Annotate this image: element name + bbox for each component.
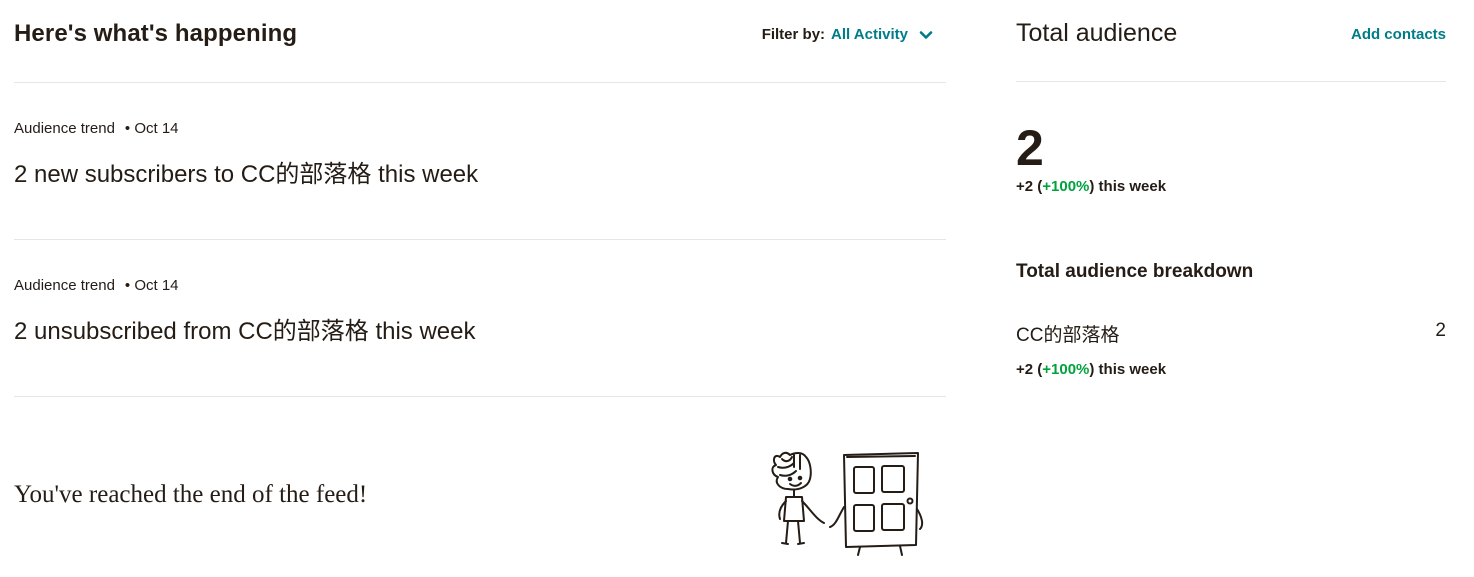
- end-of-feed-message: You've reached the end of the feed!: [14, 481, 368, 508]
- breakdown-audience-count: 2: [1435, 320, 1446, 341]
- add-contacts-link[interactable]: Add contacts: [1351, 26, 1446, 43]
- feed-item: Audience trend • Oct 14 2 unsubscribed fr…: [14, 240, 946, 397]
- breakdown-audience-change: +2 (+100%) this week: [1016, 361, 1166, 378]
- change-suffix: ) this week: [1089, 178, 1167, 195]
- change-prefix: +2 (: [1016, 361, 1043, 378]
- change-prefix: +2 (: [1016, 178, 1043, 195]
- item-meta: Audience trend • Oct 14: [14, 277, 179, 294]
- feed-header: Here's what's happening Filter by: All A…: [14, 0, 946, 83]
- item-date: • Oct 14: [124, 277, 179, 294]
- item-type: Audience trend: [14, 277, 115, 294]
- feed-item: Audience trend • Oct 14 2 new subscribers…: [14, 83, 946, 240]
- feed-title: Here's what's happening: [14, 20, 298, 47]
- feed-filter[interactable]: Filter by: All Activity: [762, 26, 934, 43]
- audience-panel: Total audience Add contacts 2 +2 (+100%)…: [1016, 0, 1446, 378]
- feed-end: You've reached the end of the feed!: [14, 397, 946, 577]
- change-percent: +100%: [1042, 361, 1090, 378]
- filter-dropdown[interactable]: All Activity: [831, 26, 908, 43]
- person-and-door-illustration: [771, 451, 924, 556]
- audience-title: Total audience: [1016, 19, 1178, 47]
- total-audience-change: +2 (+100%) this week: [1016, 178, 1166, 195]
- item-date: • Oct 14: [124, 120, 179, 137]
- item-text: 2 unsubscribed from CC的部落格 this week: [14, 318, 476, 345]
- breakdown-audience-name: CC的部落格: [1016, 325, 1120, 346]
- breakdown-row: CC的部落格 2: [1016, 320, 1446, 347]
- item-text: 2 new subscribers to CC的部落格 this week: [14, 161, 479, 188]
- chevron-down-icon[interactable]: [918, 27, 934, 43]
- activity-feed: Here's what's happening Filter by: All A…: [14, 0, 946, 577]
- change-suffix: ) this week: [1089, 361, 1167, 378]
- item-type: Audience trend: [14, 120, 115, 137]
- change-percent: +100%: [1042, 178, 1090, 195]
- audience-header: Total audience Add contacts: [1016, 0, 1446, 82]
- breakdown-title: Total audience breakdown: [1016, 261, 1254, 282]
- filter-label: Filter by:: [761, 26, 826, 43]
- item-meta: Audience trend • Oct 14: [14, 120, 179, 137]
- total-audience-count: 2: [1016, 120, 1044, 176]
